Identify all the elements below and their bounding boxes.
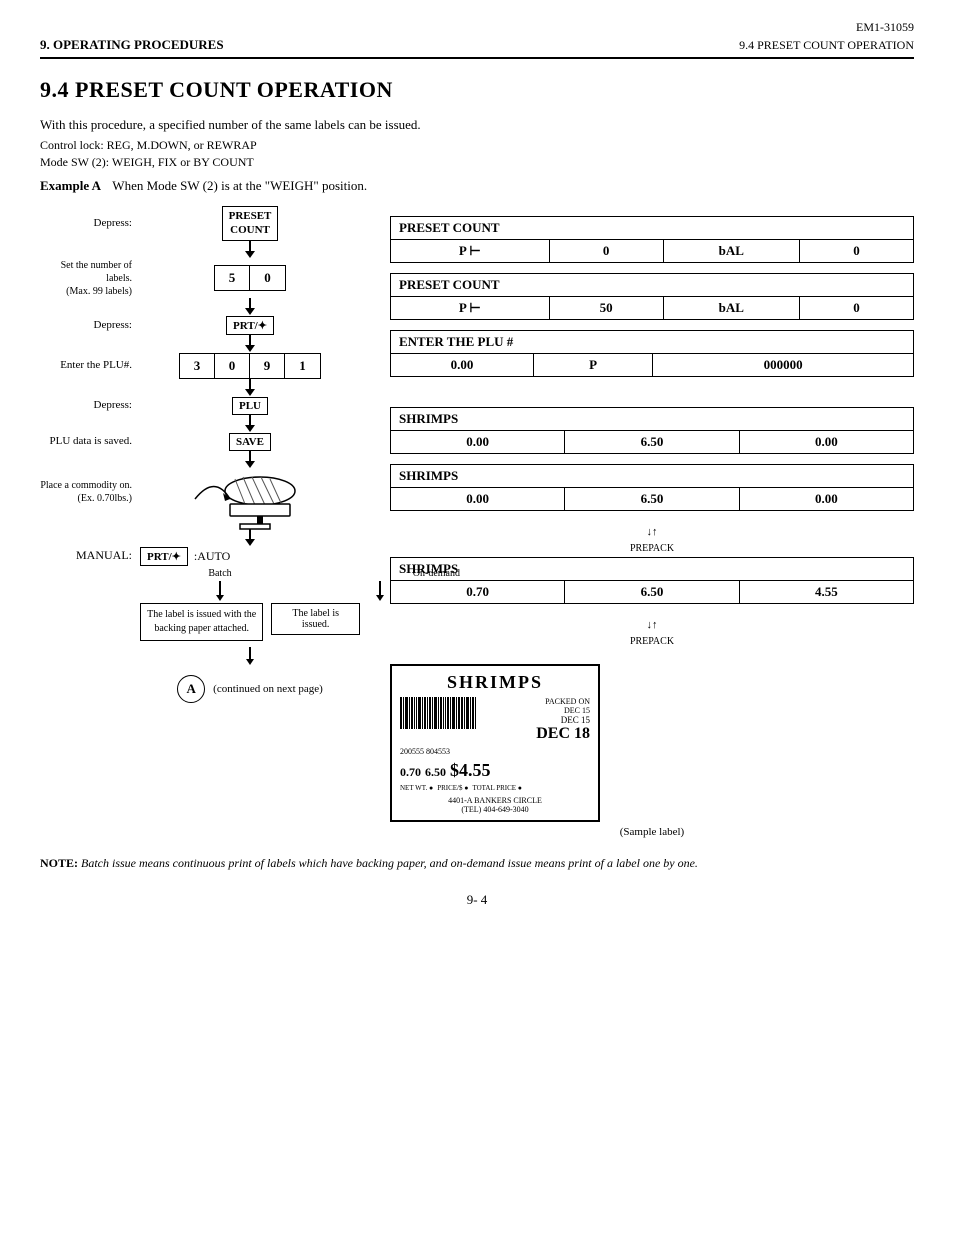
plu-digit-0: 0	[215, 354, 250, 378]
plu-digit-9: 9	[250, 354, 285, 378]
batch-desc-box: The label is issued with thebacking pape…	[140, 603, 263, 641]
note-content: Batch issue means continuous print of la…	[81, 856, 698, 870]
step6-label: PLU data is saved.	[40, 434, 140, 448]
page-number: 9- 4	[40, 892, 914, 908]
ondemand-desc-box: The label is issued.	[271, 603, 360, 635]
price-label: PRICE/$ ●	[437, 784, 468, 792]
example-a-bold: Example A	[40, 178, 101, 193]
page-title: 9.4 PRESET COUNT OPERATION	[40, 77, 914, 103]
panel4: SHRIMPS 0.00 6.50 0.00	[390, 407, 914, 454]
net-label: NET WT. ●	[400, 784, 433, 792]
panel2-row: P ⊢ 50 bAL 0	[390, 296, 914, 320]
p3c2: P	[534, 354, 653, 376]
batch-label: Batch	[208, 568, 231, 579]
plu-digit-3: 3	[180, 354, 215, 378]
selec-by-date: DEC 15	[564, 706, 590, 715]
panel1-header: PRESET COUNT	[390, 216, 914, 239]
panel6-header: SHRIMPS	[390, 557, 914, 580]
panel3-header: ENTER THE PLU #	[390, 330, 914, 353]
example-label: Example A When Mode SW (2) is at the "WE…	[40, 178, 914, 194]
dec18: DEC 18	[536, 725, 590, 743]
panel1-row: P ⊢ 0 bAL 0	[390, 239, 914, 263]
auto-label: :AUTO	[194, 549, 230, 564]
sample-label-caption: (Sample label)	[390, 826, 914, 838]
preset-count-button[interactable]: PRESET COUNT	[222, 206, 279, 241]
p4c3: 0.00	[740, 431, 913, 453]
price-per-val: 6.50	[425, 765, 446, 780]
panel4-header: SHRIMPS	[390, 407, 914, 430]
p5c1: 0.00	[391, 488, 565, 510]
plu-digit-1: 1	[285, 354, 320, 378]
panel3-row: 0.00 P 000000	[390, 353, 914, 377]
display-panels-area: PRESET COUNT P ⊢ 0 bAL 0 PRESET COUNT P …	[390, 206, 914, 838]
step7-label: Place a commodity on.(Ex. 0.70lbs.)	[40, 469, 140, 505]
sample-address: 4401-A BANKERS CIRCLE(TEL) 404-649-3040	[400, 796, 590, 814]
panel1: PRESET COUNT P ⊢ 0 bAL 0	[390, 216, 914, 263]
save-button[interactable]: SAVE	[229, 433, 271, 451]
circle-a: A	[177, 675, 205, 703]
prt-button-1[interactable]: PRT/✦	[226, 316, 274, 335]
panel5-header: SHRIMPS	[390, 464, 914, 487]
prepack-indicator-1: ↓↑ PREPACK	[390, 523, 914, 555]
prepack-indicator-2: ↓↑ PREPACK	[390, 616, 914, 648]
panel6: SHRIMPS 0.70 6.50 4.55	[390, 557, 914, 604]
packed-on-label: PACKED ON	[545, 697, 590, 706]
step4-label: Enter the PLU#.	[40, 358, 140, 372]
panel4-row: 0.00 6.50 0.00	[390, 430, 914, 454]
p2c3: bAL	[664, 297, 800, 319]
p4c2: 6.50	[565, 431, 739, 453]
p6c3: 4.55	[740, 581, 913, 603]
example-a-desc: When Mode SW (2) is at the "WEIGH" posit…	[112, 178, 367, 193]
plu-button[interactable]: PLU	[232, 397, 268, 415]
dec15: DEC 15	[561, 715, 590, 725]
manual-label: MANUAL:	[40, 548, 140, 564]
step3-label: Depress:	[40, 318, 140, 332]
p1c4: 0	[800, 240, 913, 262]
sample-title: SHRIMPS	[400, 672, 590, 693]
doc-number: EM1-31059	[856, 20, 914, 35]
control-lock-text: Control lock: REG, M.DOWN, or REWRAP	[40, 138, 914, 153]
p5c3: 0.00	[740, 488, 913, 510]
p2c1: P ⊢	[391, 297, 550, 319]
total-label: TOTAL PRICE ●	[472, 784, 522, 792]
num-5: 5	[215, 266, 250, 290]
barcode-number: 200555 804553	[400, 747, 590, 756]
ondemand-label: On-demand	[413, 568, 460, 579]
body-text: With this procedure, a specified number …	[40, 117, 914, 133]
net-wt-val: 0.70	[400, 765, 421, 780]
panel6-row: 0.70 6.50 4.55	[390, 580, 914, 604]
mode-sw-text: Mode SW (2): WEIGH, FIX or BY COUNT	[40, 155, 914, 170]
section-left: 9. OPERATING PROCEDURES	[40, 37, 224, 53]
panel3: ENTER THE PLU # 0.00 P 000000	[390, 330, 914, 377]
p4c1: 0.00	[391, 431, 565, 453]
flowchart-area: Depress: PRESET COUNT Set the number of …	[40, 206, 360, 838]
p3c3: 000000	[653, 354, 913, 376]
panel2: PRESET COUNT P ⊢ 50 bAL 0	[390, 273, 914, 320]
prt-button-2[interactable]: PRT/✦	[140, 547, 188, 566]
num-0: 0	[250, 266, 285, 290]
circle-note: (continued on next page)	[213, 683, 323, 695]
p5c2: 6.50	[565, 488, 739, 510]
p2c4: 0	[800, 297, 913, 319]
panel2-header: PRESET COUNT	[390, 273, 914, 296]
p2c2: 50	[550, 297, 664, 319]
panel5: SHRIMPS 0.00 6.50 0.00	[390, 464, 914, 511]
panel5-row: 0.00 6.50 0.00	[390, 487, 914, 511]
note-text: NOTE: Batch issue means continuous print…	[40, 854, 914, 872]
total-price-val: $4.55	[450, 760, 491, 781]
p6c2: 6.50	[565, 581, 739, 603]
p1c2: 0	[550, 240, 664, 262]
p3c1: 0.00	[391, 354, 534, 376]
section-right: 9.4 PRESET COUNT OPERATION	[739, 38, 914, 53]
p1c3: bAL	[664, 240, 800, 262]
sample-label: SHRIMPS	[390, 664, 600, 822]
step2-label: Set the number of labels.(Max. 99 labels…	[40, 259, 140, 298]
p1c1: P ⊢	[391, 240, 550, 262]
note-bold: NOTE:	[40, 856, 78, 870]
step5-label: Depress:	[40, 398, 140, 412]
step1-label: Depress:	[40, 216, 140, 230]
